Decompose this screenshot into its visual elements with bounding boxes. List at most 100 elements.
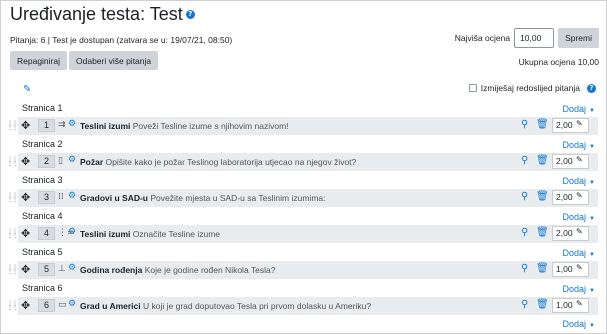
max-grade-form: Najviša ocjena Spremi — [455, 28, 599, 48]
move-icon[interactable]: ✥ — [21, 119, 30, 132]
question-text[interactable]: Teslini izumi Označite Tesline izume — [80, 229, 220, 239]
question-row: ⋮⋮ ⋮⋮ ✥ 6 ▭ ⚙ Grad u Americi U koji je grad do… — [1, 297, 607, 315]
delete-icon[interactable]: 🗑 — [536, 155, 549, 166]
preview-icon[interactable]: ⚲ — [521, 191, 528, 202]
page-section-header: Stranica 4 Dodaj ▼ — [1, 207, 607, 225]
page-label: Stranica 5 — [22, 247, 63, 257]
move-icon[interactable]: ✥ — [21, 191, 30, 204]
gear-icon[interactable]: ⚙ — [68, 155, 76, 165]
question-text[interactable]: Grad u Americi U koji je grad doputovao … — [80, 301, 371, 311]
save-button[interactable]: Spremi — [558, 28, 599, 48]
add-menu-link[interactable]: Dodaj ▼ — [563, 284, 595, 294]
page-label: Stranica 6 — [22, 283, 63, 293]
list-footer: Dodaj ▼ — [1, 315, 607, 333]
question-slot-number: 2 — [38, 155, 56, 168]
caret-down-icon: ▼ — [589, 252, 595, 258]
page-section-header: Stranica 6 Dodaj ▼ — [1, 279, 607, 297]
question-text[interactable]: Godina rođenja Koje je godine rođen Niko… — [80, 265, 275, 275]
gear-icon[interactable]: ⚙ — [68, 191, 76, 201]
page-section-header: Stranica 3 Dodaj ▼ — [1, 171, 607, 189]
question-body: Opišite kako je požar Teslinog laborator… — [105, 157, 357, 167]
gear-icon[interactable]: ⚙ — [68, 119, 76, 129]
add-menu-link[interactable]: Dodaj ▼ — [563, 140, 595, 150]
question-mark[interactable]: 2,00 — [552, 190, 589, 205]
add-label: Dodaj — [562, 176, 587, 186]
question-text[interactable]: Gradovi u SAD-u Povežite mjesta u SAD-u … — [80, 193, 326, 203]
caret-down-icon: ▼ — [589, 216, 595, 222]
max-grade-input[interactable] — [514, 28, 555, 48]
edit-mark-pencil-icon[interactable]: ✎ — [576, 263, 583, 272]
page-break-icon[interactable]: ⋮⋮ ⋮⋮ — [7, 121, 18, 131]
question-row: ⋮⋮ ⋮⋮ ✥ 4 ⋮= ⚙ Teslini izumi Označite Tesline … — [1, 225, 607, 243]
question-slot-number: 3 — [38, 191, 56, 204]
page-title-text: Uređivanje testa: Test — [10, 4, 183, 24]
move-icon[interactable]: ✥ — [21, 155, 30, 168]
delete-icon[interactable]: 🗑 — [536, 119, 549, 130]
page-break-icon[interactable]: ⋮⋮ ⋮⋮ — [7, 265, 18, 275]
edit-mark-pencil-icon[interactable]: ✎ — [576, 191, 583, 200]
total-grade: Ukupna ocjena 10,00 — [518, 57, 599, 67]
add-menu-link[interactable]: Dodaj ▼ — [563, 176, 595, 186]
move-icon[interactable]: ✥ — [21, 263, 30, 276]
question-body: Poveži Tesline izume s njihovim nazivom! — [132, 121, 289, 131]
question-row: ⋮⋮ ⋮⋮ ✥ 1 ⇉ ⚙ Teslini izumi Poveži Tesline izu… — [1, 117, 607, 135]
question-slot-number: 6 — [38, 299, 56, 312]
question-body: Povežite mjesta u SAD-u sa Teslinim izum… — [150, 193, 326, 203]
delete-icon[interactable]: 🗑 — [536, 299, 549, 310]
page-label: Stranica 2 — [22, 139, 63, 149]
preview-icon[interactable]: ⚲ — [521, 263, 528, 274]
question-mark[interactable]: 1,00 — [552, 262, 589, 277]
delete-icon[interactable]: 🗑 — [536, 191, 549, 202]
numerical-icon: ⊥ — [58, 264, 66, 274]
add-menu-link[interactable]: Dodaj ▼ — [563, 319, 595, 329]
quiz-edit-page: Uređivanje testa: Test ? Pitanja: 6 | Te… — [0, 0, 607, 334]
caret-down-icon: ▼ — [589, 144, 595, 150]
shuffle-checkbox[interactable] — [468, 84, 477, 92]
edit-mark-pencil-icon[interactable]: ✎ — [576, 227, 583, 236]
caret-down-icon: ▼ — [589, 108, 595, 114]
page-break-icon[interactable]: ⋮⋮ ⋮⋮ — [7, 193, 18, 203]
gear-icon[interactable]: ⚙ — [68, 299, 76, 309]
essay-icon: ▯ — [58, 156, 63, 166]
move-icon[interactable]: ✥ — [21, 299, 30, 312]
preview-icon[interactable]: ⚲ — [521, 119, 528, 130]
move-icon[interactable]: ✥ — [21, 227, 30, 240]
question-body: U koji je grad doputovao Tesla pri prvom… — [143, 301, 372, 311]
help-icon[interactable]: ? — [185, 10, 195, 19]
question-mark[interactable]: 2,00 — [552, 118, 589, 133]
question-mark[interactable]: 2,00 — [552, 226, 589, 241]
preview-icon[interactable]: ⚲ — [521, 155, 528, 166]
page-break-icon[interactable]: ⋮⋮ ⋮⋮ — [7, 157, 18, 167]
edit-section-pencil-icon[interactable]: ✎ — [23, 84, 31, 95]
page-break-icon[interactable]: ⋮⋮ ⋮⋮ — [7, 229, 18, 239]
page-break-icon[interactable]: ⋮⋮ ⋮⋮ — [7, 301, 18, 311]
repaginate-button[interactable]: Repaginiraj — [10, 51, 67, 70]
question-mark[interactable]: 2,00 — [552, 154, 589, 169]
quiz-info: Pitanja: 6 | Test je dostupan (zatvara s… — [10, 35, 233, 45]
shuffle-help-icon[interactable]: ? — [587, 83, 596, 93]
delete-icon[interactable]: 🗑 — [536, 227, 549, 238]
edit-mark-pencil-icon[interactable]: ✎ — [576, 119, 583, 128]
question-row: ⋮⋮ ⋮⋮ ✥ 3 ⁞⁞ ⚙ Gradovi u SAD-u Povežite mjesta… — [1, 189, 607, 207]
gear-icon[interactable]: ⚙ — [68, 263, 76, 273]
question-row: ⋮⋮ ⋮⋮ ✥ 2 ▯ ⚙ Požar Opišite kako je požar Tesl… — [1, 153, 607, 171]
match-icon: ⇉ — [58, 120, 66, 130]
preview-icon[interactable]: ⚲ — [521, 299, 528, 310]
ddmarker-icon: ⁞⁞ — [58, 192, 64, 202]
add-menu-link[interactable]: Dodaj ▼ — [563, 212, 595, 222]
gear-icon[interactable]: ⚙ — [68, 227, 76, 237]
delete-icon[interactable]: 🗑 — [536, 263, 549, 274]
select-multiple-button[interactable]: Odaberi više pitanja — [69, 51, 159, 70]
max-grade-label: Najviša ocjena — [454, 33, 511, 43]
actions-bar: Repaginiraj Odaberi više pitanja — [10, 51, 159, 70]
add-menu-link[interactable]: Dodaj ▼ — [563, 104, 595, 114]
caret-down-icon: ▼ — [589, 180, 595, 186]
edit-mark-pencil-icon[interactable]: ✎ — [576, 299, 583, 308]
question-text[interactable]: Teslini izumi Poveži Tesline izume s nji… — [80, 121, 289, 131]
preview-icon[interactable]: ⚲ — [521, 227, 528, 238]
question-text[interactable]: Požar Opišite kako je požar Teslinog lab… — [80, 157, 356, 167]
add-menu-link[interactable]: Dodaj ▼ — [563, 248, 595, 258]
question-mark[interactable]: 1,00 — [552, 298, 589, 313]
question-slot-number: 5 — [38, 263, 56, 276]
edit-mark-pencil-icon[interactable]: ✎ — [576, 155, 583, 164]
